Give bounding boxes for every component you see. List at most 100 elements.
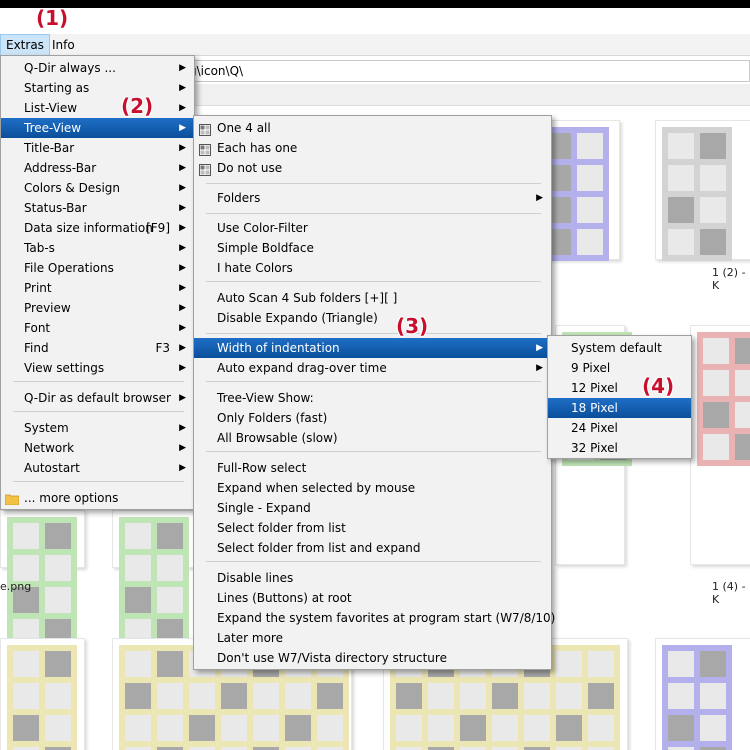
- tree-view-menu-item[interactable]: Select folder from list and expand: [194, 538, 551, 558]
- extras-menu-item[interactable]: Autostart ▶: [1, 458, 194, 478]
- extras-menu-item[interactable]: Address-Bar ▶: [1, 158, 194, 178]
- extras-menu-item[interactable]: Starting as ▶: [1, 78, 194, 98]
- extras-menu-item[interactable]: Tree-View ▶: [1, 118, 194, 138]
- tree-view-menu-item[interactable]: One 4 all: [194, 118, 551, 138]
- indentation-menu-item-label: 9 Pixel: [571, 361, 611, 375]
- submenu-arrow-icon: ▶: [179, 183, 186, 193]
- tree-view-menu-item-label: Disable Expando (Triangle): [217, 311, 378, 325]
- indentation-menu-item-label: 32 Pixel: [571, 441, 618, 455]
- tree-view-menu-item-label: Use Color-Filter: [217, 221, 308, 235]
- tree-view-menu-item[interactable]: All Browsable (slow): [194, 428, 551, 448]
- submenu-arrow-icon: ▶: [179, 123, 186, 133]
- extras-menu-item-label: Q-Dir as default browser: [24, 391, 171, 405]
- submenu-arrow-icon: ▶: [536, 193, 543, 203]
- file-thumbnail[interactable]: [690, 325, 750, 565]
- tree-view-menu-item[interactable]: Don't use W7/Vista directory structure: [194, 648, 551, 668]
- tree-view-menu-item[interactable]: Do not use: [194, 158, 551, 178]
- submenu-arrow-icon: ▶: [179, 223, 186, 233]
- menu-separator: [206, 183, 541, 184]
- extras-menu-item[interactable]: Font ▶: [1, 318, 194, 338]
- extras-menu-item[interactable]: Q-Dir always ... ▶: [1, 58, 194, 78]
- extras-menu-item[interactable]: View settings ▶: [1, 358, 194, 378]
- annotation-3: (3): [396, 314, 429, 338]
- file-caption[interactable]: e.png: [0, 580, 31, 593]
- tree-view-menu-item[interactable]: Single - Expand: [194, 498, 551, 518]
- tree-view-menu-item[interactable]: Auto Scan 4 Sub folders [+][ ]: [194, 288, 551, 308]
- extras-menu-item[interactable]: Tab-s ▶: [1, 238, 194, 258]
- tree-view-menu-item-label: I hate Colors: [217, 261, 293, 275]
- tree-view-menu-item-label: Do not use: [217, 161, 283, 175]
- tree-view-menu-item[interactable]: Tree-View Show:: [194, 388, 551, 408]
- extras-menu-item[interactable]: Colors & Design ▶: [1, 178, 194, 198]
- extras-menu-item[interactable]: Preview ▶: [1, 298, 194, 318]
- file-caption[interactable]: 1 (2) - K: [712, 266, 750, 292]
- extras-menu-item[interactable]: Title-Bar ▶: [1, 138, 194, 158]
- indentation-menu-item-label: 24 Pixel: [571, 421, 618, 435]
- shortcut-label: [F9]: [146, 221, 170, 235]
- address-path: g\icon\Q\: [189, 64, 244, 78]
- extras-menu-item[interactable]: Data size information [F9] ▶: [1, 218, 194, 238]
- tree-view-menu-item[interactable]: Only Folders (fast): [194, 408, 551, 428]
- folder-icon: [4, 491, 20, 506]
- extras-menu-item[interactable]: Q-Dir as default browser ▶: [1, 388, 194, 408]
- indentation-menu-item[interactable]: 24 Pixel: [548, 418, 691, 438]
- menu-bar: Extras Info: [0, 34, 750, 56]
- tree-view-menu-item[interactable]: Each has one: [194, 138, 551, 158]
- tree-view-menu-item[interactable]: Disable lines: [194, 568, 551, 588]
- extras-menu-item-label: Colors & Design: [24, 181, 120, 195]
- tree-view-menu-item-label: All Browsable (slow): [217, 431, 338, 445]
- tree-view-menu-item-label: Auto expand drag-over time: [217, 361, 387, 375]
- tree-view-menu-item[interactable]: Select folder from list: [194, 518, 551, 538]
- extras-menu-item[interactable]: Status-Bar ▶: [1, 198, 194, 218]
- tree-view-menu-item[interactable]: Simple Boldface: [194, 238, 551, 258]
- menu-info[interactable]: Info: [47, 34, 80, 56]
- tree-view-menu-item[interactable]: Disable Expando (Triangle): [194, 308, 551, 328]
- file-thumbnail[interactable]: [112, 510, 194, 651]
- extras-menu-item[interactable]: Find F3 ▶: [1, 338, 194, 358]
- extras-menu-item[interactable]: File Operations ▶: [1, 258, 194, 278]
- file-thumbnail[interactable]: [0, 638, 85, 750]
- file-thumbnail[interactable]: [0, 510, 85, 651]
- menu-extras[interactable]: Extras: [0, 34, 50, 56]
- menu-separator: [13, 411, 184, 412]
- indentation-menu-item[interactable]: 32 Pixel: [548, 438, 691, 458]
- file-thumbnail[interactable]: [655, 120, 750, 261]
- tree-view-menu-item[interactable]: Use Color-Filter: [194, 218, 551, 238]
- menu-separator: [206, 333, 541, 334]
- extras-menu-item[interactable]: Network ▶: [1, 438, 194, 458]
- extras-menu-item-label: Find: [24, 341, 49, 355]
- tree-view-menu-item-label: Auto Scan 4 Sub folders [+][ ]: [217, 291, 398, 305]
- extras-menu-item-label: Title-Bar: [24, 141, 75, 155]
- tree-view-menu-item[interactable]: Lines (Buttons) at root: [194, 588, 551, 608]
- tree-view-menu-item[interactable]: Expand when selected by mouse: [194, 478, 551, 498]
- tree-view-menu-item[interactable]: Later more: [194, 628, 551, 648]
- submenu-arrow-icon: ▶: [179, 103, 186, 113]
- file-thumbnail[interactable]: [655, 638, 750, 750]
- indentation-menu-item[interactable]: System default: [548, 338, 691, 358]
- tree-view-menu-item-label: Expand when selected by mouse: [217, 481, 416, 495]
- tree-view-menu-item[interactable]: Full-Row select: [194, 458, 551, 478]
- address-bar[interactable]: g\icon\Q\: [180, 60, 750, 82]
- extras-menu-item[interactable]: ... more options: [1, 488, 194, 508]
- tree-view-menu-item[interactable]: I hate Colors: [194, 258, 551, 278]
- tree-view-menu-item-label: One 4 all: [217, 121, 271, 135]
- menu-separator: [206, 561, 541, 562]
- file-caption[interactable]: 1 (4) - K: [712, 580, 750, 606]
- menu-separator: [206, 381, 541, 382]
- indentation-menu-item-label: System default: [571, 341, 662, 355]
- extras-menu-item[interactable]: List-View ▶: [1, 98, 194, 118]
- extras-menu-item-label: Preview: [24, 301, 71, 315]
- tree-view-menu-item[interactable]: Width of indentation ▶: [194, 338, 551, 358]
- extras-menu-item-label: Q-Dir always ...: [24, 61, 116, 75]
- tree-view-menu-item[interactable]: Auto expand drag-over time ▶: [194, 358, 551, 378]
- menu-separator: [206, 213, 541, 214]
- menu-separator: [206, 451, 541, 452]
- tree-view-menu-item[interactable]: Folders ▶: [194, 188, 551, 208]
- extras-menu-item[interactable]: Print ▶: [1, 278, 194, 298]
- extras-menu-item[interactable]: System ▶: [1, 418, 194, 438]
- indentation-menu-item[interactable]: 18 Pixel: [548, 398, 691, 418]
- tree-view-menu-item[interactable]: Expand the system favorites at program s…: [194, 608, 555, 628]
- submenu-arrow-icon: ▶: [179, 263, 186, 273]
- tree-view-menu-item-label: Disable lines: [217, 571, 294, 585]
- indentation-menu-item-label: 18 Pixel: [571, 401, 618, 415]
